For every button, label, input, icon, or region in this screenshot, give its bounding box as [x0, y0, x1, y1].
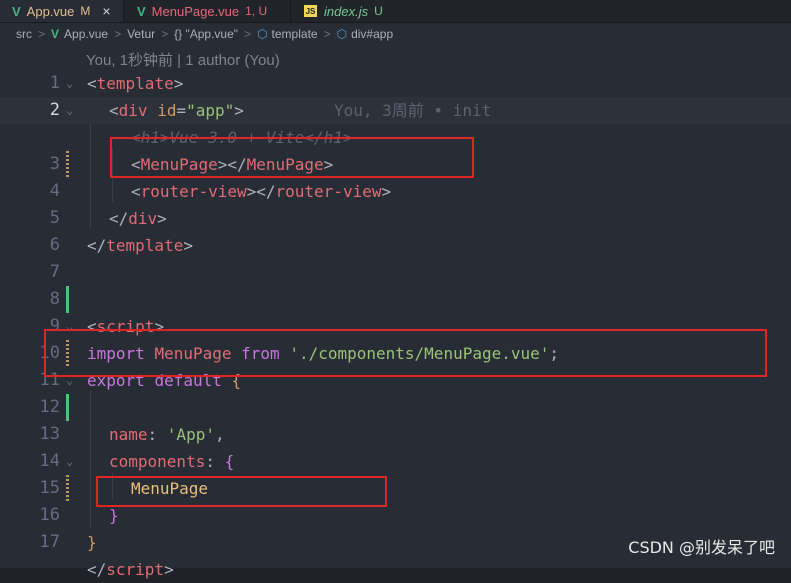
breadcrumb-item-vetur[interactable]: Vetur	[127, 27, 155, 41]
id-attribute: id	[157, 101, 177, 120]
close-icon[interactable]: ×	[102, 3, 110, 19]
git-added-marker	[66, 286, 69, 313]
tab-menupage-vue[interactable]: V MenuPage.vue 1, U	[125, 0, 291, 22]
breadcrumb-separator: >	[161, 27, 169, 41]
line-number: 2	[49, 100, 60, 120]
code-line: 4 <router-view></router-view>	[0, 178, 791, 205]
tab-label: App.vue	[26, 3, 75, 19]
code-line: 13 name: 'App',	[0, 421, 791, 448]
tab-label: index.js	[324, 3, 369, 19]
js-file-icon: JS	[304, 5, 317, 17]
breadcrumb: src > V App.vue > Vetur > {} "App.vue" >…	[0, 23, 791, 45]
highlight-box-template	[110, 137, 474, 178]
name-value: 'App'	[166, 425, 215, 444]
fold-chevron-icon[interactable]: ⌄	[66, 70, 73, 97]
editor-tab-bar: V App.vue M × V MenuPage.vue 1, U JS ind…	[0, 0, 791, 23]
tab-git-status: U	[374, 4, 383, 18]
git-added-marker	[66, 394, 69, 421]
element-cube-icon: ⬡	[257, 27, 268, 41]
line-number: 12	[39, 397, 60, 417]
tab-label: MenuPage.vue	[151, 3, 240, 19]
breadcrumb-separator: >	[114, 27, 122, 41]
git-modified-marker	[66, 151, 69, 178]
code-line: 12	[0, 394, 791, 421]
breadcrumb-item-template[interactable]: template	[272, 27, 318, 41]
template-tag: template	[96, 74, 174, 93]
router-view-tag: router-view	[140, 182, 247, 201]
code-line: 8	[0, 286, 791, 313]
vue-file-icon: V	[51, 27, 60, 41]
fold-chevron-icon[interactable]: ⌄	[66, 448, 73, 475]
line-number: 13	[39, 424, 60, 444]
components-property: components	[109, 452, 206, 471]
breadcrumb-item-file[interactable]: App.vue	[64, 27, 108, 41]
code-line: 1 ⌄ <template>	[0, 70, 791, 97]
code-line: </script>	[87, 560, 174, 579]
line-number: 3	[49, 154, 60, 174]
name-property: name	[109, 425, 148, 444]
breadcrumb-separator: >	[38, 27, 46, 41]
line-number: 17	[39, 532, 60, 552]
line-number: 14	[39, 451, 60, 471]
element-cube-icon: ⬡	[336, 27, 348, 41]
line-number: 8	[49, 289, 60, 309]
div-tag: div	[118, 101, 148, 120]
breadcrumb-item-src[interactable]: src	[16, 27, 32, 41]
code-line: 2 ⌄ <div id="app"> You, 3周前 • init	[0, 97, 791, 124]
watermark: CSDN @别发呆了吧	[628, 538, 775, 557]
code-line: 7	[0, 259, 791, 286]
line-number: 6	[49, 235, 60, 255]
line-number: 15	[39, 478, 60, 498]
breadcrumb-item-div[interactable]: div#app	[351, 27, 393, 41]
code-line: 5 </div>	[0, 205, 791, 232]
tab-git-status: 1, U	[245, 4, 268, 18]
fold-chevron-icon[interactable]: ⌄	[66, 97, 73, 124]
highlight-box-import	[44, 329, 767, 377]
git-blame-inline: You, 3周前 • init	[334, 101, 492, 120]
code-line: 14 ⌄ components: {	[0, 448, 791, 475]
code-editor[interactable]: You, 1秒钟前 | 1 author (You) 1 ⌄ <template…	[0, 45, 791, 579]
highlight-box-components	[96, 476, 387, 507]
line-number: 7	[49, 262, 60, 282]
tab-app-vue[interactable]: V App.vue M ×	[0, 0, 124, 22]
vue-file-icon: V	[12, 3, 21, 19]
git-modified-marker	[66, 475, 69, 502]
breadcrumb-separator: >	[323, 27, 331, 41]
id-value: "app"	[186, 101, 235, 120]
breadcrumb-item-object[interactable]: {} "App.vue"	[174, 27, 238, 41]
line-number: 5	[49, 208, 60, 228]
breadcrumb-separator: >	[244, 27, 252, 41]
line-number: 16	[39, 505, 60, 525]
codelens-blame[interactable]: You, 1秒钟前 | 1 author (You)	[86, 49, 280, 70]
line-number: 1	[49, 73, 60, 93]
code-line: 6 </template>	[0, 232, 791, 259]
line-number: 4	[49, 181, 60, 201]
tab-index-js[interactable]: JS index.js U	[292, 0, 412, 22]
tab-git-status: M	[80, 4, 91, 18]
vue-file-icon: V	[137, 3, 146, 19]
